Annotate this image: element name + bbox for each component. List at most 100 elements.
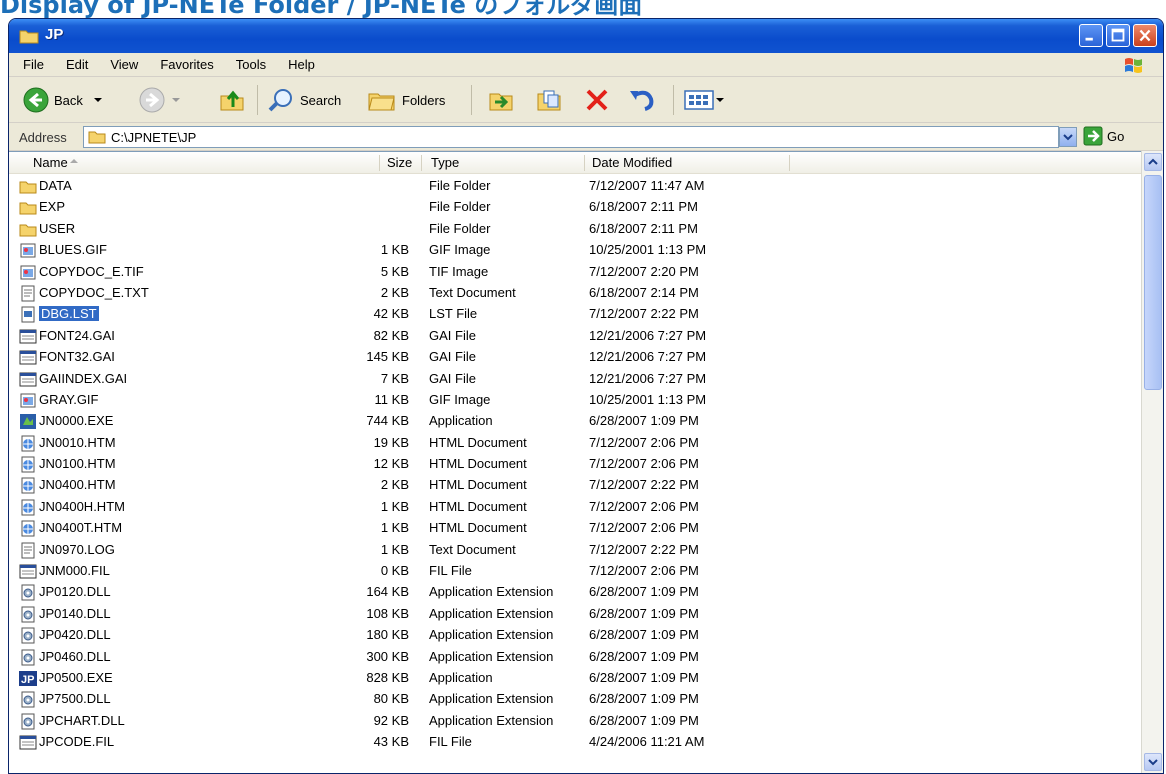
file-type: HTML Document xyxy=(429,520,527,536)
forward-arrow-icon xyxy=(139,87,165,113)
file-size: 1 KB xyxy=(380,541,409,557)
file-row[interactable]: JP0460.DLL 300 KB Application Extension 6/2… xyxy=(9,647,1137,668)
file-row[interactable]: JN0100.HTM 12 KB HTML Document 7/12/2007 2:… xyxy=(9,454,1137,475)
file-row[interactable]: GAIINDEX.GAI 7 KB GAI File 12/21/2006 7:27 … xyxy=(9,369,1137,390)
file-row[interactable]: JN0970.LOG 1 KB Text Document 7/12/2007 2:2… xyxy=(9,540,1137,561)
window-title: JP xyxy=(45,26,64,43)
copy-to-button[interactable] xyxy=(535,77,563,123)
menu-bar: File Edit View Favorites Tools Help xyxy=(9,53,1163,77)
file-type: GAI File xyxy=(429,349,476,365)
menu-edit[interactable]: Edit xyxy=(66,57,88,72)
file-row[interactable]: JPCODE.FIL 43 KB FIL File 4/24/2006 11:21 A… xyxy=(9,732,1137,753)
file-row[interactable]: EXP File Folder 6/18/2007 2:11 PM xyxy=(9,197,1137,218)
menu-help[interactable]: Help xyxy=(288,57,315,72)
folder-icon xyxy=(19,221,37,238)
maximize-icon xyxy=(1111,28,1125,42)
menu-tools[interactable]: Tools xyxy=(236,57,266,72)
file-row[interactable]: GRAY.GIF 11 KB GIF Image 10/25/2001 1:13 PM xyxy=(9,390,1137,411)
menu-favorites[interactable]: Favorites xyxy=(160,57,213,72)
file-size: 12 KB xyxy=(373,456,409,472)
go-button[interactable]: Go xyxy=(1083,126,1124,146)
column-header-date-modified[interactable]: Date Modified xyxy=(592,155,672,170)
jp-application-icon: JP xyxy=(19,670,37,687)
folder-icon xyxy=(19,30,39,44)
forward-button[interactable] xyxy=(139,77,183,123)
file-row[interactable]: FONT24.GAI 82 KB GAI File 12/21/2006 7:27 P… xyxy=(9,326,1137,347)
file-row[interactable]: JN0400T.HTM 1 KB HTML Document 7/12/2007 2:… xyxy=(9,518,1137,539)
file-date-modified: 7/12/2007 2:06 PM xyxy=(589,456,699,472)
file-name: JN0400.HTM xyxy=(39,477,116,493)
folders-button[interactable]: Folders xyxy=(367,77,445,123)
move-to-button[interactable] xyxy=(487,77,515,123)
title-bar[interactable]: JP xyxy=(9,19,1163,53)
up-folder-button[interactable] xyxy=(219,77,245,123)
file-size: 2 KB xyxy=(380,284,409,300)
file-name: EXP xyxy=(39,199,66,215)
file-row[interactable]: FONT32.GAI 145 KB GAI File 12/21/2006 7:27 … xyxy=(9,347,1137,368)
file-size: 82 KB xyxy=(373,327,409,343)
file-row[interactable]: JP0420.DLL 180 KB Application Extension 6/2… xyxy=(9,625,1137,646)
dll-file-icon xyxy=(19,584,37,601)
file-row[interactable]: DBG.LST 42 KB LST File 7/12/2007 2:22 PM xyxy=(9,304,1137,325)
file-row[interactable]: JN0400H.HTM 1 KB HTML Document 7/12/2007 2:… xyxy=(9,497,1137,518)
file-type: Text Document xyxy=(429,284,516,300)
views-button[interactable] xyxy=(683,77,725,123)
file-date-modified: 6/18/2007 2:11 PM xyxy=(589,220,698,236)
file-name: DATA xyxy=(39,178,72,193)
chevron-down-icon xyxy=(1063,134,1073,141)
undo-button[interactable] xyxy=(627,77,657,123)
file-row[interactable]: JP0140.DLL 108 KB Application Extension 6/2… xyxy=(9,604,1137,625)
file-row[interactable]: JNM000.FIL 0 KB FIL File 7/12/2007 2:06 PM xyxy=(9,561,1137,582)
back-button[interactable]: Back xyxy=(23,77,105,123)
minimize-button[interactable] xyxy=(1079,24,1103,47)
address-dropdown-button[interactable] xyxy=(1059,127,1077,147)
file-row[interactable]: JN0400.HTM 2 KB HTML Document 7/12/2007 2:2… xyxy=(9,475,1137,496)
application-icon xyxy=(19,413,37,430)
menu-view[interactable]: View xyxy=(110,57,138,72)
file-type: File Folder xyxy=(429,178,491,193)
file-size: 164 KB xyxy=(366,584,409,600)
file-name: JPCODE.FIL xyxy=(39,734,115,750)
up-folder-icon xyxy=(220,90,244,111)
file-size: 7 KB xyxy=(380,370,409,386)
file-row[interactable]: JN0000.EXE 744 KB Application 6/28/2007 1:0… xyxy=(9,411,1137,432)
page-caption: Display of JP-NETe Folder / JP-NETe のフォル… xyxy=(0,0,643,19)
scroll-down-button[interactable] xyxy=(1144,753,1162,771)
file-row[interactable]: COPYDOC_E.TXT 2 KB Text Document 6/18/2007 … xyxy=(9,283,1137,304)
file-row[interactable]: BLUES.GIF 1 KB GIF Image 10/25/2001 1:13 PM xyxy=(9,240,1137,261)
file-size: 5 KB xyxy=(380,263,409,279)
file-row[interactable]: JP0120.DLL 164 KB Application Extension 6/2… xyxy=(9,582,1137,603)
delete-button[interactable] xyxy=(583,77,611,123)
file-name: JN0000.EXE xyxy=(39,413,114,429)
file-date-modified: 6/28/2007 1:09 PM xyxy=(589,413,699,429)
vertical-scrollbar[interactable] xyxy=(1141,151,1163,773)
image-file-icon xyxy=(19,392,37,409)
file-row[interactable]: JP7500.DLL 80 KB Application Extension 6/28… xyxy=(9,689,1137,710)
close-button[interactable] xyxy=(1133,24,1157,47)
column-header-type[interactable]: Type xyxy=(431,155,459,170)
file-row[interactable]: USER File Folder 6/18/2007 2:11 PM xyxy=(9,219,1137,240)
file-name: JP0460.DLL xyxy=(39,648,111,664)
file-row[interactable]: JP JP0500.EXE 828 KB Application 6/28/2007 1… xyxy=(9,668,1137,689)
file-type: Text Document xyxy=(429,541,516,557)
close-icon xyxy=(1139,29,1151,42)
address-input[interactable]: C:\JPNETE\JP xyxy=(83,126,1059,148)
scroll-thumb[interactable] xyxy=(1144,175,1162,390)
file-row[interactable]: JN0010.HTM 19 KB HTML Document 7/12/2007 2:… xyxy=(9,433,1137,454)
scroll-up-button[interactable] xyxy=(1144,153,1162,171)
file-type: Application xyxy=(429,669,493,685)
column-header-name[interactable]: Name xyxy=(33,155,68,170)
file-row[interactable]: JPCHART.DLL 92 KB Application Extension 6/2… xyxy=(9,711,1137,732)
file-name: COPYDOC_E.TXT xyxy=(39,284,149,300)
generic-file-icon xyxy=(19,328,37,345)
file-row[interactable]: DATA File Folder 7/12/2007 11:47 AM xyxy=(9,176,1137,197)
folder-icon xyxy=(88,131,106,144)
column-header-size[interactable]: Size xyxy=(387,155,412,170)
file-name: JPCHART.DLL xyxy=(39,712,125,728)
file-row[interactable]: COPYDOC_E.TIF 5 KB TIF Image 7/12/2007 2:20… xyxy=(9,262,1137,283)
file-type: Application xyxy=(429,413,493,429)
search-icon xyxy=(268,89,292,112)
search-button[interactable]: Search xyxy=(267,77,341,123)
menu-file[interactable]: File xyxy=(23,57,44,72)
maximize-button[interactable] xyxy=(1106,24,1130,47)
